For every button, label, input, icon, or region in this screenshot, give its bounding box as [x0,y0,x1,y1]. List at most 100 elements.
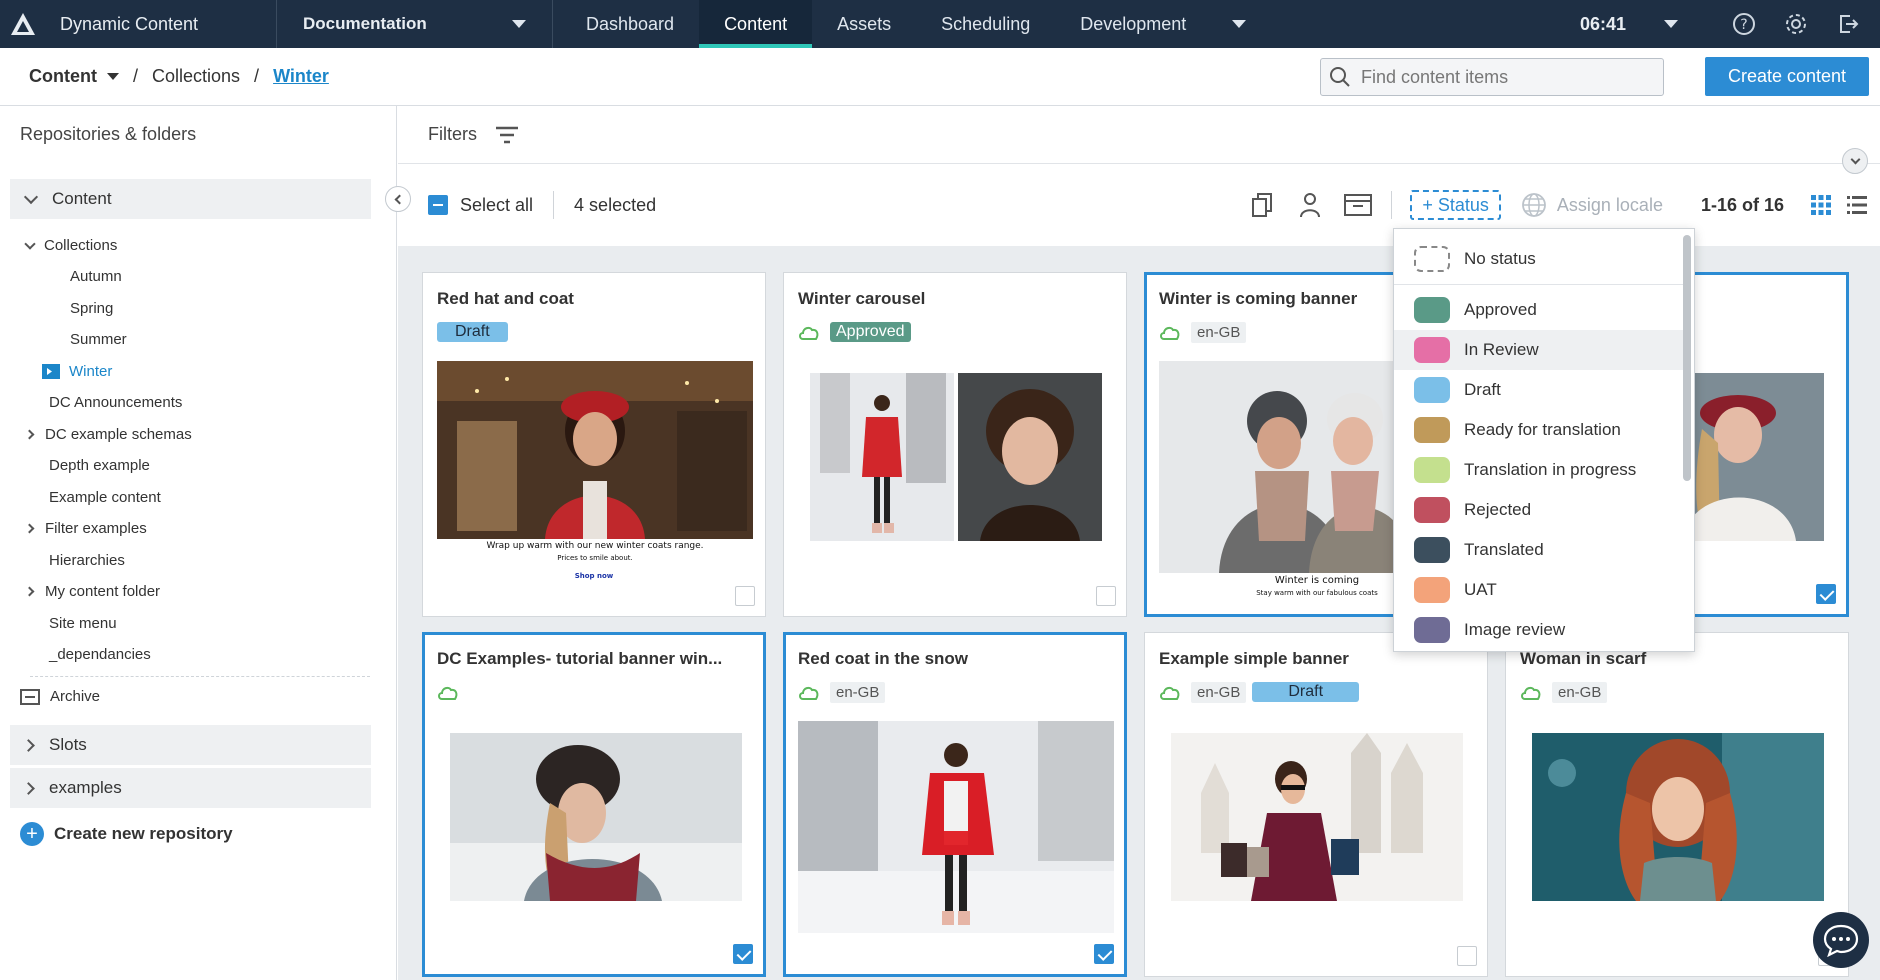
locale-tag: en-GB [1191,321,1247,343]
cloud-published-icon [1160,686,1180,700]
status-swatch [1414,297,1450,323]
status-dropdown-menu: No status Approved In Review Draft Ready… [1393,228,1695,652]
folder-autumn[interactable]: Autumn [70,264,122,288]
content-card[interactable]: Red coat in the snow en-GB [783,632,1127,977]
folder-collections[interactable]: Collections [24,233,117,257]
status-option-image-review[interactable]: Image review [1394,610,1684,650]
assign-locale-button[interactable]: Assign locale [1521,192,1663,218]
assign-locale-label: Assign locale [1556,194,1663,215]
status-option-draft[interactable]: Draft [1394,370,1684,410]
content-card[interactable]: Woman in scarf en-GB [1505,632,1849,977]
select-all-checkbox[interactable] [428,195,448,215]
menu-divider [1394,284,1684,285]
create-content-button[interactable]: Create content [1705,57,1869,96]
filter-icon[interactable] [495,125,519,145]
tab-dashboard[interactable]: Dashboard [561,0,699,48]
tab-development[interactable]: Development [1055,0,1271,48]
hub-selector[interactable]: Documentation [277,0,553,48]
create-repository-button[interactable]: + Create new repository [20,822,233,846]
chevron-down-icon[interactable] [1232,20,1247,28]
folder-hierarchies[interactable]: Hierarchies [49,548,125,572]
folder-dc-announcements[interactable]: DC Announcements [49,390,182,414]
archive-icon[interactable] [1343,190,1373,220]
status-swatch [1414,497,1450,523]
tab-assets[interactable]: Assets [812,0,916,48]
card-checkbox[interactable] [1816,584,1836,604]
sidebar: Repositories & folders Content Collectio… [0,106,397,980]
card-checkbox[interactable] [1094,944,1114,964]
archive-link[interactable]: Archive [20,688,100,705]
help-icon[interactable]: ? [1730,10,1758,38]
breadcrumb-root[interactable]: Content [29,66,119,87]
chevron-down-icon [24,237,36,250]
assign-user-icon[interactable] [1295,190,1325,220]
content-card[interactable]: DC Examples- tutorial banner win... [422,632,766,977]
folder-filter-examples[interactable]: Filter examples [24,516,147,540]
card-thumbnail [1171,733,1463,901]
select-all-label[interactable]: Select all [460,195,533,216]
status-option-in-review[interactable]: In Review [1394,330,1684,370]
chat-support-button[interactable] [1813,912,1869,968]
status-option-translation-in-progress[interactable]: Translation in progress [1394,450,1684,490]
thumbnail-image [798,721,1114,933]
content-card[interactable]: Example simple banner en-GB Draft [1144,632,1488,977]
folder-depth-example[interactable]: Depth example [49,453,150,477]
card-checkbox[interactable] [735,586,755,606]
content-card[interactable]: Winter carousel Approved [783,272,1127,617]
breadcrumb-separator: / [254,66,260,86]
list-view-icon[interactable] [1846,194,1868,216]
status-badge: Draft [437,322,508,342]
cloud-published-icon [799,686,819,700]
tab-scheduling[interactable]: Scheduling [916,0,1055,48]
status-option-uat[interactable]: UAT [1394,570,1684,610]
filters-toggle[interactable]: Filters [428,124,477,145]
card-title: Red coat in the snow [798,649,969,668]
folder-example-content[interactable]: Example content [49,485,161,509]
folder-dc-example-schemas[interactable]: DC example schemas [24,422,192,446]
status-option-ready-for-translation[interactable]: Ready for translation [1394,410,1684,450]
tab-label: Development [1080,13,1187,34]
card-tags: Approved [798,320,911,344]
repository-examples[interactable]: examples [10,768,371,808]
collapse-sidebar-button[interactable] [385,186,411,212]
copy-icon[interactable] [1247,190,1277,220]
breadcrumb-collections[interactable]: Collections [152,66,240,87]
repository-content[interactable]: Content [10,179,371,219]
status-option-label: No status [1464,249,1536,268]
card-title: Example simple banner [1159,649,1349,668]
folder-dependancies[interactable]: _dependancies [49,642,151,666]
folder-site-menu[interactable]: Site menu [49,611,117,635]
settings-icon[interactable] [1782,10,1810,38]
search-input[interactable] [1361,66,1651,88]
folder-label: Winter [69,362,113,380]
brand[interactable]: Dynamic Content [0,0,277,48]
status-option-no-status[interactable]: No status [1394,239,1684,279]
cloud-published-icon [438,686,458,700]
dropdown-scrollbar[interactable] [1683,235,1691,481]
card-checkbox[interactable] [1457,946,1477,966]
status-option-approved[interactable]: Approved [1394,290,1684,330]
card-title: Winter carousel [798,289,926,308]
status-option-translated[interactable]: Translated [1394,530,1684,570]
folder-summer[interactable]: Summer [70,327,127,351]
sidebar-title: Repositories & folders [20,124,197,144]
card-checkbox[interactable] [733,944,753,964]
folder-winter[interactable]: Winter [41,359,112,383]
chevron-down-icon [512,20,526,28]
logout-icon[interactable] [1834,10,1862,38]
chevron-down-icon[interactable] [1664,20,1678,28]
folder-my-content-folder[interactable]: My content folder [24,579,161,603]
app-name: Dynamic Content [60,13,199,34]
content-card[interactable]: Red hat and coat Draft Wrap up warm with… [422,272,766,617]
folder-label: My content folder [45,582,161,600]
folder-spring[interactable]: Spring [70,296,113,320]
tab-content[interactable]: Content [699,0,813,48]
card-checkbox[interactable] [1096,586,1116,606]
repository-slots[interactable]: Slots [10,725,371,765]
status-option-rejected[interactable]: Rejected [1394,490,1684,530]
cloud-published-icon [1521,686,1541,700]
breadcrumb-current[interactable]: Winter [273,66,329,87]
grid-view-icon[interactable] [1810,194,1832,216]
status-button[interactable]: + Status [1410,190,1501,220]
folder-label: Autumn [70,267,122,285]
